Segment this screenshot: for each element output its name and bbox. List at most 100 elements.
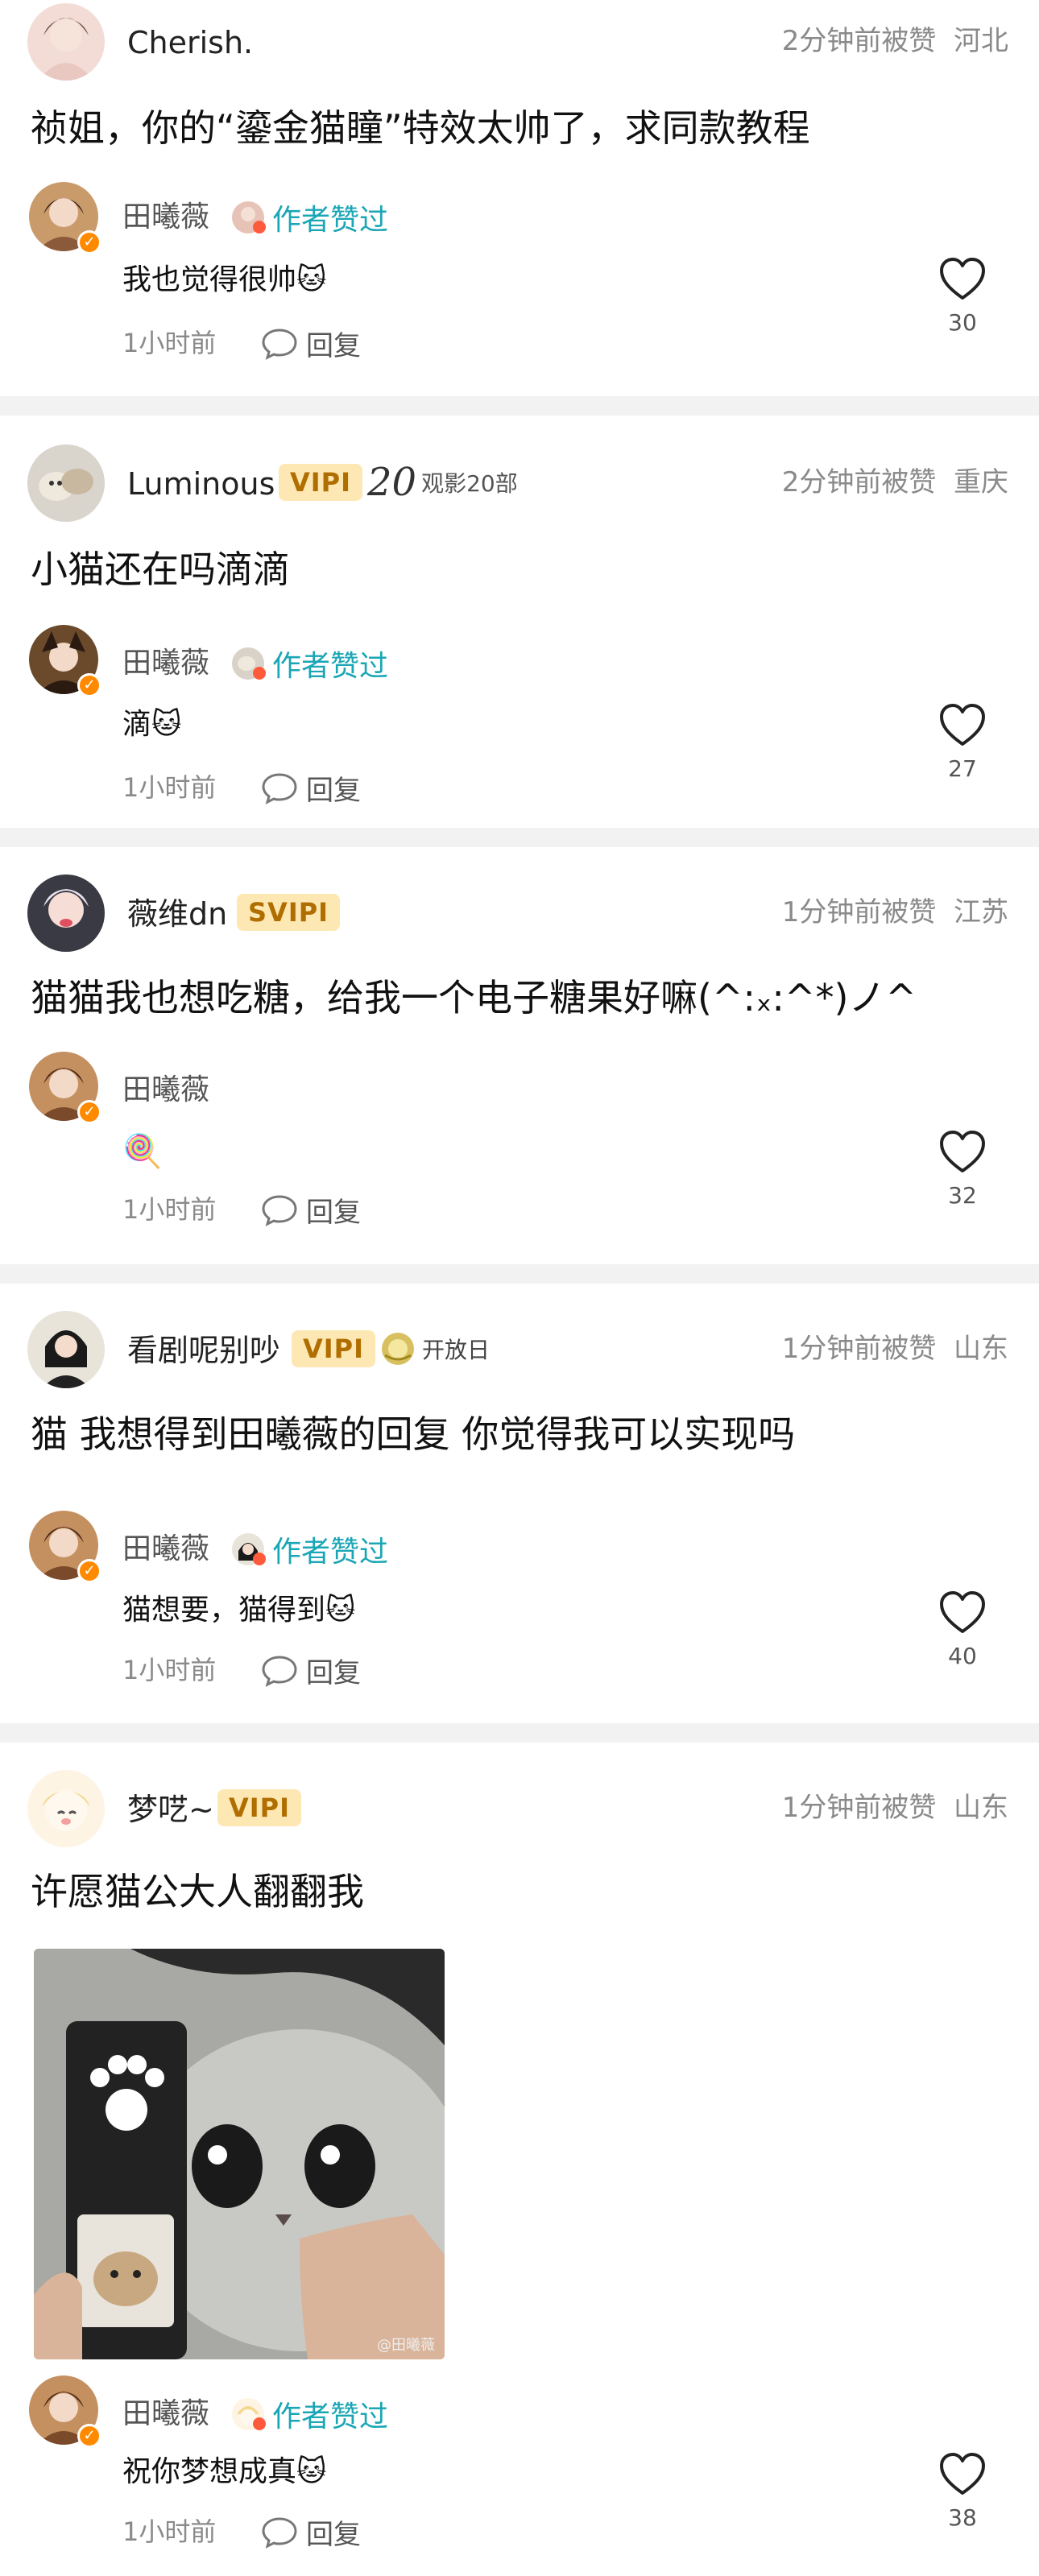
verified-icon: ✓ [77,673,101,697]
cat-meme-image [34,1949,445,2359]
author-liked-badge: 作者赞过 [230,2393,388,2435]
replier-name[interactable]: 田曦薇 [122,1535,209,1564]
author-liked-badge: 作者赞过 [230,1528,388,1570]
user-avatar[interactable] [27,444,105,522]
like-count: 38 [948,2504,977,2531]
liked-time: 2分钟前被赞 [781,466,937,498]
author-mini-avatar-icon [230,646,266,681]
location: 河北 [954,25,1008,57]
like-button[interactable]: 32 [934,1129,991,1209]
comment-bubble-icon [262,1655,297,1687]
like-button[interactable]: 27 [934,702,991,782]
reply-time: 1小时前 [122,2516,217,2547]
comment-text[interactable]: 祯姐，你的“鎏金猫瞳”特效太帅了，求同款教程 [31,108,810,149]
divider [0,828,1039,847]
reply-text[interactable]: 滴🐱 [122,709,182,741]
reply-button[interactable]: 回复 [261,1190,361,1230]
verified-icon: ✓ [77,230,101,254]
author-mini-avatar-icon [230,1532,266,1567]
like-count: 30 [948,309,977,336]
replier-name[interactable]: 田曦薇 [122,203,209,232]
replier-name[interactable]: 田曦薇 [122,649,209,678]
user-avatar[interactable] [27,875,105,952]
replier-name[interactable]: 田曦薇 [122,2400,209,2429]
open-day-label: 开放日 [422,1337,491,1363]
comment-meta: 1分钟前被赞 山东 [782,1335,1008,1362]
author-mini-avatar-icon [230,200,266,235]
like-button[interactable]: 38 [934,2451,991,2531]
reply-time: 1小时前 [122,1655,217,1685]
user-avatar[interactable] [27,1311,105,1388]
reply-text[interactable]: 猫想要，猫得到🐱 [122,1594,356,1627]
liked-time: 1分钟前被赞 [781,1792,937,1824]
verified-icon: ✓ [77,2424,101,2448]
reply-button-label: 回复 [306,1197,361,1229]
heart-icon [940,258,985,300]
location: 江苏 [954,896,1008,928]
divider [0,1264,1039,1284]
heart-icon [940,2453,985,2495]
user-avatar[interactable] [27,1770,105,1847]
author-mini-avatar-icon [230,2396,266,2432]
reply-button[interactable]: 回复 [261,324,361,363]
reply-button-label: 回复 [306,2519,361,2551]
movie-badge-number: 20 [367,460,417,505]
comment-card: Luminous VIPⅠ 20 观影20部 2分钟前被赞 重庆 小猫还在吗滴滴… [0,416,1039,828]
reply-button-label: 回复 [306,1657,361,1689]
like-button[interactable]: 40 [934,1590,991,1669]
author-liked-label: 作者赞过 [272,2400,389,2433]
vip-badge: VIPⅠ [279,464,363,501]
like-count: 32 [948,1182,977,1209]
comment-meta: 2分钟前被赞 河北 [782,27,1008,55]
reply-text[interactable]: 🍭 [122,1134,163,1169]
vip-badge: VIPⅠ [292,1330,376,1367]
author-liked-badge: 作者赞过 [230,643,388,684]
heart-icon [940,1591,985,1633]
svip-badge: SVIPⅠ [237,894,341,931]
liked-time: 1分钟前被赞 [781,896,937,928]
vip-badge: VIPⅠ [217,1789,302,1826]
comment-bubble-icon [262,1194,297,1226]
username[interactable]: 梦呓~ [127,1794,214,1825]
username[interactable]: Luminous [127,469,275,499]
movie-badge: 20 观影20部 [367,460,518,505]
author-liked-badge: 作者赞过 [230,196,388,238]
author-liked-label: 作者赞过 [272,204,389,237]
comment-meta: 1分钟前被赞 山东 [782,1794,1008,1821]
open-day-icon [382,1333,414,1365]
movie-badge-label: 观影20部 [421,470,518,497]
location: 山东 [954,1792,1008,1824]
username[interactable]: 薇维dn [127,899,227,929]
reply-text[interactable]: 我也觉得很帅🐱 [122,264,327,296]
open-day-badge: 开放日 [380,1330,490,1367]
reply-button[interactable]: 回复 [261,2512,361,2552]
comment-meta: 1分钟前被赞 江苏 [782,899,1008,926]
comment-card: 薇维dn SVIPⅠ 1分钟前被赞 江苏 猫猫我也想吃糖，给我一个电子糖果好嘛(… [0,847,1039,1264]
comment-bubble-icon [262,772,297,804]
like-count: 27 [948,755,977,782]
comment-meta: 2分钟前被赞 重庆 [782,469,1008,496]
comment-card: 看剧呢别吵 VIPⅠ 开放日 1分钟前被赞 山东 猫 我想得到田曦薇的回复 你觉… [0,1284,1039,1723]
like-button[interactable]: 30 [934,256,991,336]
comment-text[interactable]: 许愿猫公大人翻翻我 [31,1871,364,1912]
location: 重庆 [954,466,1008,498]
location: 山东 [954,1333,1008,1365]
verified-icon: ✓ [77,1559,101,1583]
user-avatar[interactable] [27,3,105,81]
reply-button-label: 回复 [306,330,361,362]
verified-icon: ✓ [77,1100,101,1124]
username[interactable]: 看剧呢别吵 [127,1335,280,1366]
reply-button[interactable]: 回复 [261,1651,361,1690]
comment-text[interactable]: 小猫还在吗滴滴 [31,549,290,590]
comment-text[interactable]: 猫猫我也想吃糖，给我一个电子糖果好嘛(^:ₓ:^*)ノ^ [31,978,917,1019]
comment-card: 梦呓~ VIPⅠ 1分钟前被赞 山东 许愿猫公大人翻翻我 @田曦薇 ✓ 田曦薇 … [0,1743,1039,2576]
divider [0,1723,1039,1743]
liked-time: 1分钟前被赞 [781,1333,937,1365]
replier-name[interactable]: 田曦薇 [122,1076,209,1105]
username[interactable]: Cherish. [127,27,253,58]
reply-text[interactable]: 祝你梦想成真🐱 [122,2456,327,2488]
reply-button[interactable]: 回复 [261,768,361,808]
image-watermark: @田曦薇 [377,2337,435,2354]
comment-text[interactable]: 猫 我想得到田曦薇的回复 你觉得我可以实现吗 [31,1414,795,1455]
comment-image[interactable]: @田曦薇 [34,1949,445,2359]
